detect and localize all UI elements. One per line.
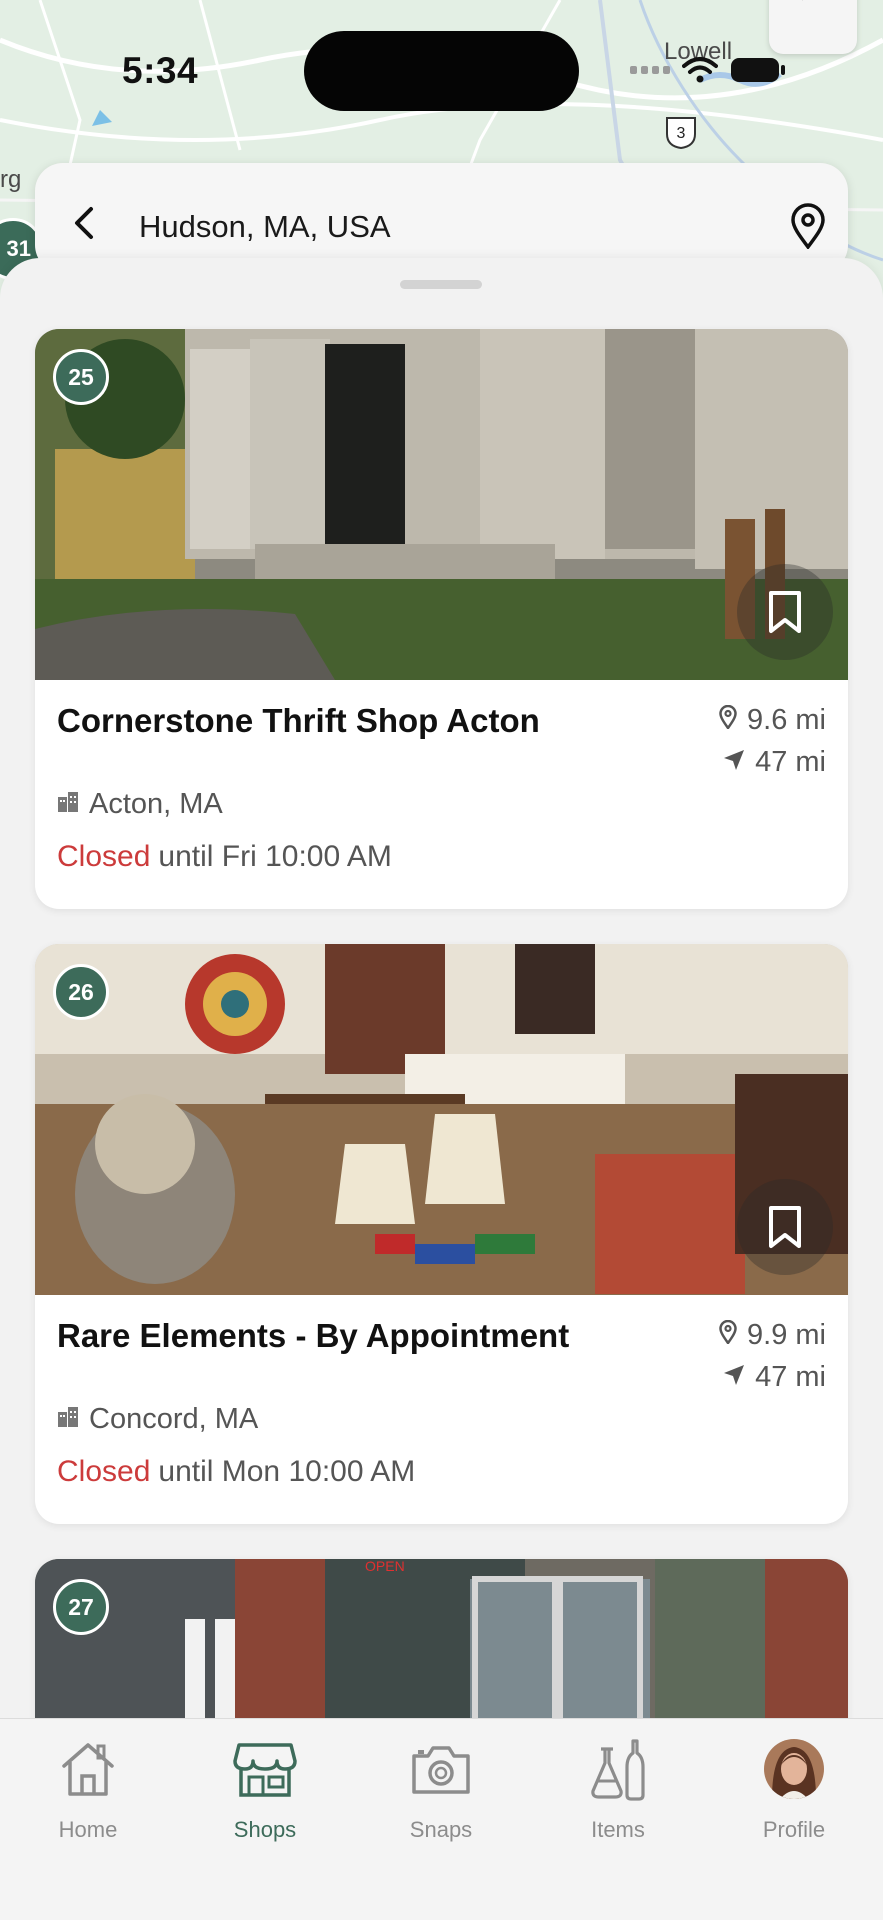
shop-photo[interactable]: 26 xyxy=(35,944,848,1295)
status-closed: Closed xyxy=(57,1455,151,1488)
distance-from-location: 9.9 mi xyxy=(719,1319,826,1352)
location-search-bar[interactable]: Hudson, MA, USA xyxy=(35,163,848,273)
profile-avatar-icon xyxy=(759,1735,829,1803)
navigation-arrow-icon xyxy=(723,1361,745,1394)
tab-shops[interactable]: Shops xyxy=(195,1735,335,1855)
bookmark-icon xyxy=(767,590,803,634)
tab-label: Items xyxy=(591,1817,645,1842)
map-pin-icon xyxy=(719,1319,737,1352)
tab-label: Snaps xyxy=(409,1817,473,1842)
shop-photo[interactable]: OPEN 27 xyxy=(35,1559,848,1720)
shop-photo[interactable]: 25 xyxy=(35,329,848,680)
rank-badge: 26 xyxy=(53,964,109,1020)
back-chevron-icon[interactable] xyxy=(69,205,99,241)
bookmark-icon xyxy=(767,1205,803,1249)
map-pin-icon xyxy=(719,704,737,737)
storefront-icon xyxy=(230,1735,300,1803)
distance-from-me: 47 mi xyxy=(723,746,826,779)
camera-icon xyxy=(406,1735,476,1803)
distance-from-me: 47 mi xyxy=(723,1361,826,1394)
battery-icon xyxy=(730,56,786,89)
open-sign: OPEN xyxy=(365,1559,405,1574)
status-closed: Closed xyxy=(57,840,151,873)
avatar xyxy=(764,1739,824,1799)
tab-label: Home xyxy=(58,1817,118,1842)
shop-card[interactable]: 25 Cornerstone Thrift Shop Acton 9.6 mi xyxy=(35,329,848,909)
items-icon xyxy=(583,1735,653,1803)
navigation-arrow-icon xyxy=(723,746,745,779)
shop-city: Concord, MA xyxy=(57,1403,258,1436)
buildings-icon xyxy=(57,1403,79,1436)
cellular-signal-icon xyxy=(630,62,670,83)
distance-from-location: 9.6 mi xyxy=(719,704,826,737)
svg-text:3: 3 xyxy=(677,125,686,142)
tab-snaps[interactable]: Snaps xyxy=(371,1735,511,1855)
satellite-toggle-button[interactable] xyxy=(769,0,857,54)
tab-label: Profile xyxy=(762,1817,826,1842)
shop-hours: Closed until Mon 10:00 AM xyxy=(57,1455,416,1488)
tab-items[interactable]: Items xyxy=(548,1735,688,1855)
home-icon xyxy=(53,1735,123,1803)
buildings-icon xyxy=(57,788,79,821)
tab-home[interactable]: Home xyxy=(18,1735,158,1855)
location-search-input[interactable]: Hudson, MA, USA xyxy=(139,209,391,245)
wifi-icon xyxy=(682,56,718,89)
status-icons xyxy=(630,54,786,90)
shop-name: Cornerstone Thrift Shop Acton xyxy=(57,702,540,739)
bookmark-button[interactable] xyxy=(737,564,833,660)
shop-city: Acton, MA xyxy=(57,788,223,821)
tab-profile[interactable]: Profile xyxy=(724,1735,864,1855)
sheet-drag-handle[interactable] xyxy=(400,280,482,289)
rank-badge: 27 xyxy=(53,1579,109,1635)
shop-hours: Closed until Fri 10:00 AM xyxy=(57,840,392,873)
tab-label: Shops xyxy=(233,1817,297,1842)
shop-card[interactable]: 26 Rare Elements - By Appointment 9.9 mi xyxy=(35,944,848,1524)
dynamic-island xyxy=(304,31,579,111)
bookmark-button[interactable] xyxy=(737,1179,833,1275)
status-time: 5:34 xyxy=(122,50,199,91)
location-pin-icon[interactable] xyxy=(789,203,827,250)
map-label-partial: rg xyxy=(0,166,22,193)
bottom-tab-bar: Home Shops Snaps Items Profile xyxy=(0,1718,883,1920)
shop-name: Rare Elements - By Appointment xyxy=(57,1317,570,1354)
route-shield-icon: 3 xyxy=(663,114,699,150)
rank-badge: 25 xyxy=(53,349,109,405)
shop-card[interactable]: OPEN 27 xyxy=(35,1559,848,1720)
results-sheet[interactable]: 25 Cornerstone Thrift Shop Acton 9.6 mi xyxy=(0,258,883,1720)
